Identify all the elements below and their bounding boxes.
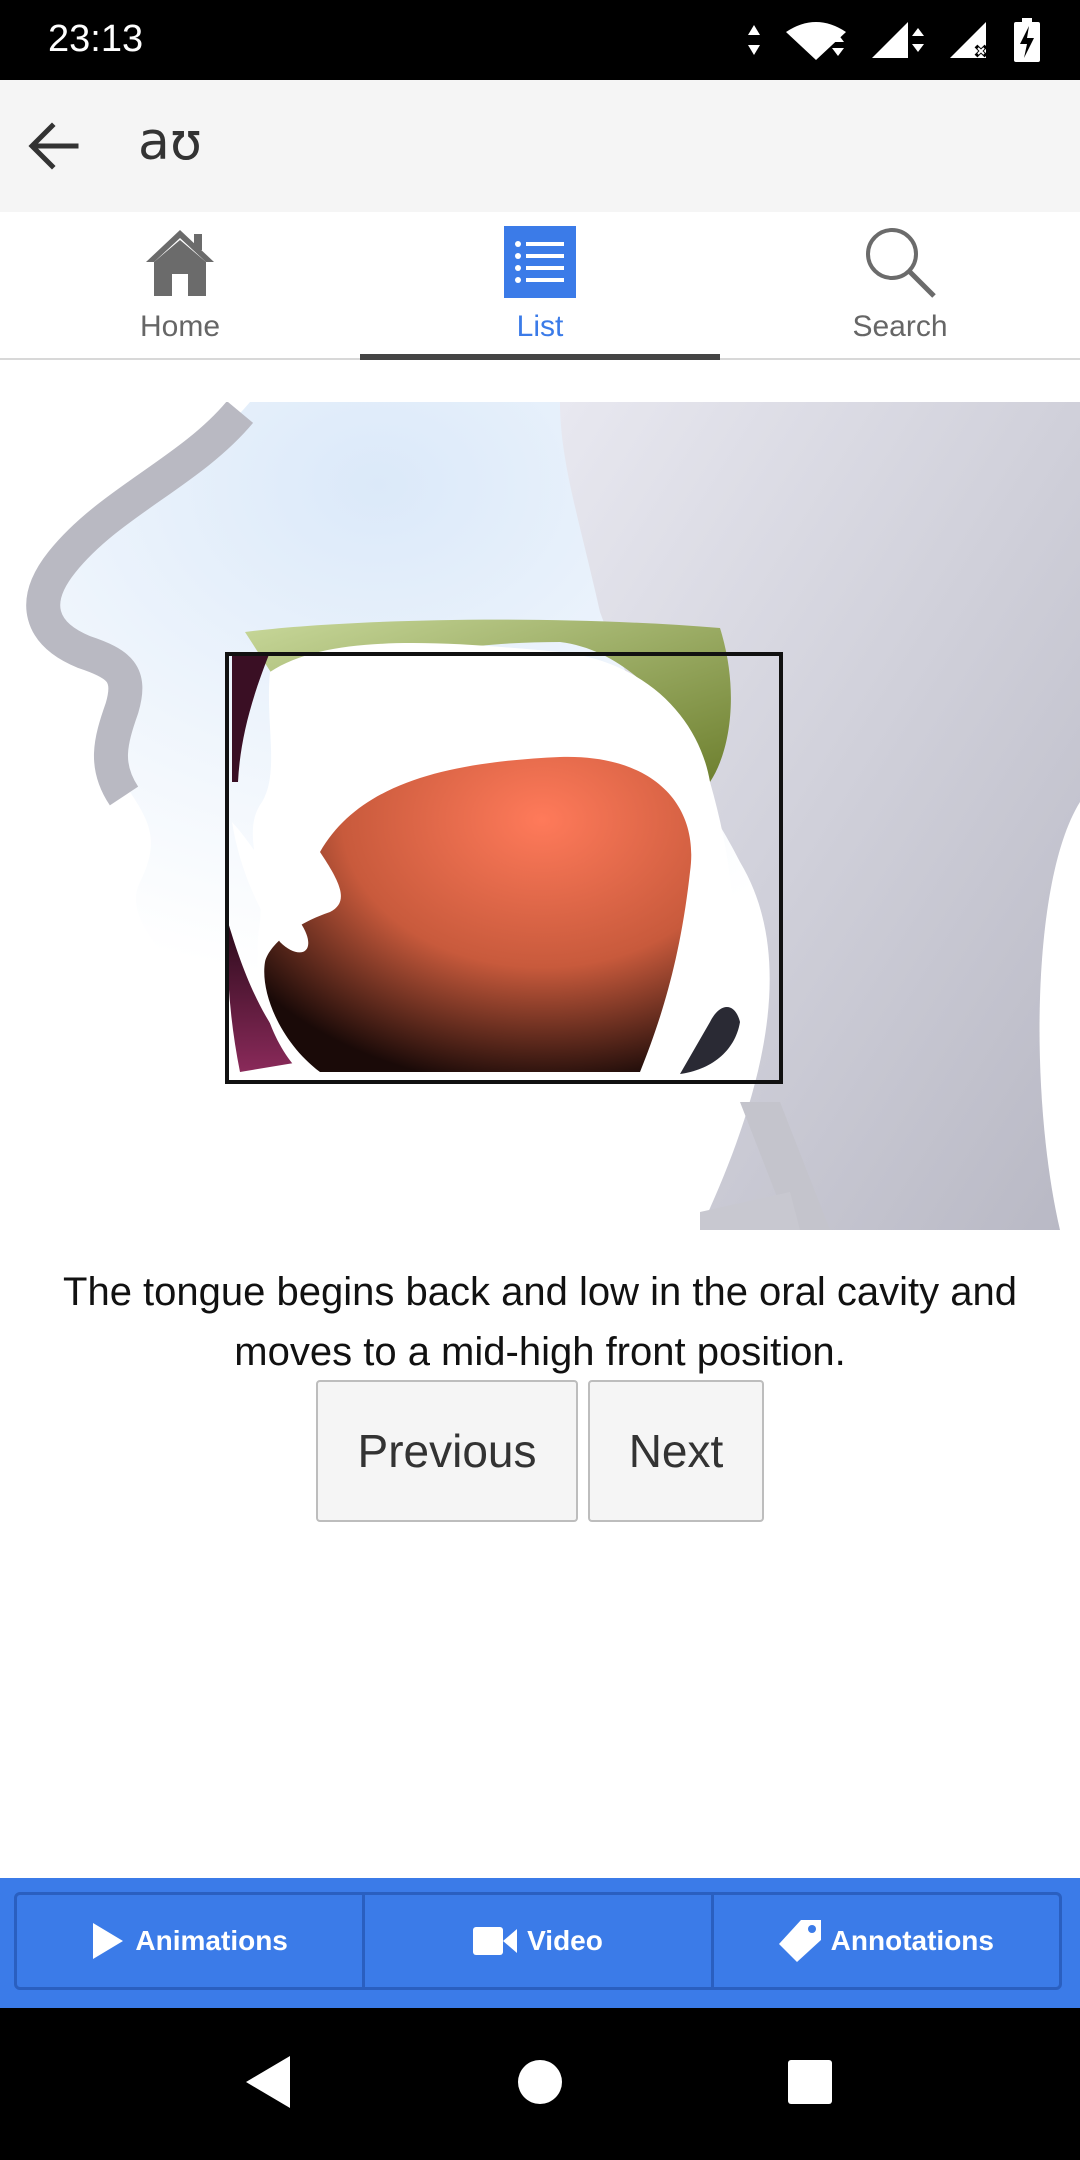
back-button[interactable] [14,106,94,186]
system-recents-button[interactable] [778,2050,842,2114]
signal-icon [872,22,924,58]
system-home-button[interactable] [508,2050,572,2114]
list-icon [504,224,576,300]
bottom-action-bar: Animations Video Annotations [0,1878,1080,2008]
system-navigation-bar [0,2008,1080,2160]
triangle-back-icon [246,2056,290,2108]
search-icon [862,224,938,300]
system-back-button[interactable] [236,2050,300,2114]
description-text: The tongue begins back and low in the or… [63,1270,1017,1374]
mouth-illustration [0,400,1080,1230]
video-button[interactable]: Video [365,1895,714,1987]
video-camera-icon [473,1927,518,1955]
annotations-label: Annotations [830,1925,994,1956]
circle-home-icon [518,2060,562,2104]
signal-no-sim-icon [950,22,988,58]
tab-search[interactable]: Search [720,212,1080,358]
play-icon [93,1923,124,1959]
status-icons [746,16,1040,64]
status-bar: 23:13 [0,0,1080,80]
app-bar: aʊ [0,80,1080,212]
animations-button[interactable]: Animations [17,1895,366,1987]
active-tab-indicator [360,354,720,360]
status-time: 23:13 [48,18,144,60]
tab-search-label: Search [852,310,948,343]
nav-buttons: Previous Next [0,1380,1080,1522]
tab-list[interactable]: List [360,212,720,360]
data-arrows-icon [748,25,760,55]
square-recents-icon [788,2060,832,2104]
previous-button[interactable]: Previous [316,1380,578,1522]
tab-home-label: Home [139,310,221,343]
battery-charging-icon [1014,18,1040,62]
annotations-button[interactable]: Annotations [714,1895,1059,1987]
tab-bar: Home List Search [0,212,1080,360]
arrow-left-icon [28,122,79,170]
video-label: Video [527,1925,603,1956]
home-icon [144,224,216,300]
tag-icon [778,1920,821,1962]
tab-home[interactable]: Home [0,212,360,358]
bottom-button-group: Animations Video Annotations [14,1892,1062,1990]
animations-label: Animations [135,1925,288,1956]
tab-list-label: List [516,310,564,343]
wifi-icon [786,22,846,60]
page-title: aʊ [138,112,202,172]
next-button[interactable]: Next [588,1380,764,1522]
